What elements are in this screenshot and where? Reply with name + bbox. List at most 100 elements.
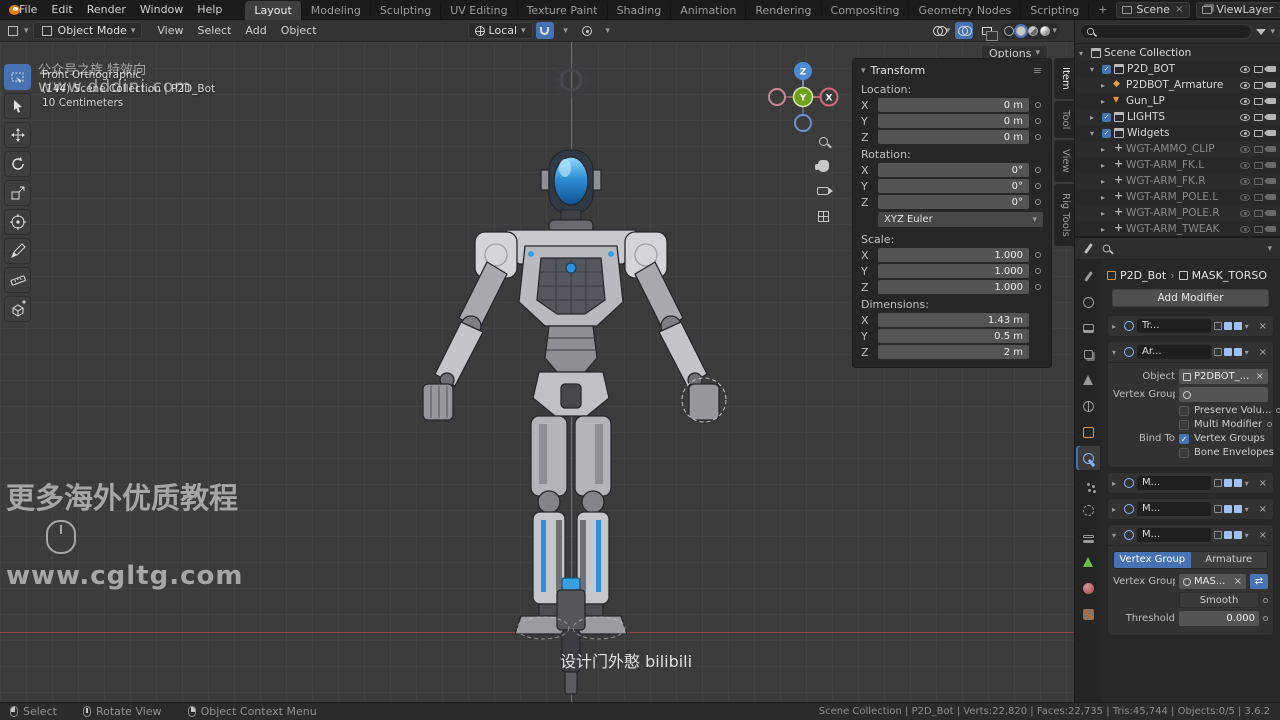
disable-render-icon[interactable] <box>1264 226 1276 232</box>
scale-field[interactable]: 1.000 <box>878 264 1029 278</box>
viewport-menu-item[interactable]: Add <box>238 22 273 39</box>
snap-settings-dropdown[interactable]: ▾ <box>557 22 575 39</box>
add-modifier-button[interactable]: Add Modifier <box>1112 289 1269 307</box>
workspace-tab[interactable]: Modeling <box>302 0 371 20</box>
disable-viewports-icon[interactable] <box>1254 145 1263 153</box>
disable-render-icon[interactable] <box>1264 98 1276 104</box>
filter-icon[interactable] <box>1256 28 1267 35</box>
scale-field[interactable]: 1.000 <box>878 248 1029 262</box>
workspace-tab[interactable]: Sculpting <box>371 0 442 20</box>
multi-modifier-checkbox[interactable] <box>1179 419 1189 430</box>
render-toggle[interactable] <box>1233 348 1242 356</box>
hide-viewport-eye-icon[interactable] <box>1240 129 1250 137</box>
bind-vertex-groups-checkbox[interactable]: ✓ <box>1179 433 1189 444</box>
workspace-tab[interactable]: Texture Paint <box>518 0 608 20</box>
npanel-tab[interactable]: View <box>1054 140 1074 182</box>
menu-item[interactable]: Render <box>80 1 133 18</box>
outliner-row[interactable]: ✓ Widgets <box>1075 125 1280 141</box>
location-field[interactable]: 0 m <box>878 130 1029 144</box>
modifier-name-field[interactable]: M... <box>1137 528 1211 542</box>
disable-viewports-icon[interactable] <box>1254 177 1263 185</box>
bind-bone-envelopes-checkbox[interactable] <box>1179 447 1189 458</box>
3d-viewport[interactable]: Front Orthographic (144) Scene Collection… <box>0 42 1074 702</box>
disable-render-icon[interactable] <box>1264 130 1276 136</box>
properties-tab-texture[interactable] <box>1076 602 1100 626</box>
expand-icon[interactable]: ▸ <box>1112 322 1121 331</box>
modifier-name-field[interactable]: Ar... <box>1137 345 1211 359</box>
delete-modifier-icon[interactable]: × <box>1257 504 1269 515</box>
hide-viewport-eye-icon[interactable] <box>1240 193 1250 201</box>
menu-item[interactable]: Help <box>190 1 229 18</box>
hide-viewport-eye-icon[interactable] <box>1240 81 1250 89</box>
disable-render-icon[interactable] <box>1264 114 1276 120</box>
modifier-extras-icon[interactable]: ▾ <box>1245 505 1254 514</box>
disable-viewports-icon[interactable] <box>1254 81 1263 89</box>
add-workspace-button[interactable]: + <box>1091 1 1114 18</box>
animate-decorator-icon[interactable] <box>1034 102 1041 108</box>
properties-tab-object-data[interactable] <box>1076 550 1100 574</box>
rotation-field[interactable]: 0° <box>878 195 1029 209</box>
outliner-row[interactable]: ✓ LIGHTS <box>1075 109 1280 125</box>
panel-menu-icon[interactable]: ≡ <box>1033 64 1043 77</box>
disclosure-icon[interactable] <box>1101 145 1110 154</box>
delete-modifier-icon[interactable]: × <box>1257 321 1269 332</box>
animate-decorator-icon[interactable] <box>1034 268 1041 274</box>
disable-viewports-icon[interactable] <box>1254 161 1263 169</box>
disable-render-icon[interactable] <box>1264 66 1276 72</box>
dimension-field[interactable]: 2 m <box>878 345 1029 359</box>
render-toggle[interactable] <box>1233 531 1242 539</box>
rotation-field[interactable]: 0° <box>878 163 1029 177</box>
pan-view-icon[interactable] <box>813 157 833 175</box>
disclosure-icon[interactable] <box>1101 225 1110 234</box>
annotate[interactable] <box>4 238 31 264</box>
collection-checkbox[interactable]: ✓ <box>1102 128 1111 138</box>
shading-dropdown-icon[interactable]: ▾ <box>1052 26 1057 36</box>
disable-viewports-icon[interactable] <box>1254 113 1263 121</box>
hide-viewport-eye-icon[interactable] <box>1240 113 1250 121</box>
camera-view-icon[interactable] <box>813 182 833 200</box>
animate-decorator-icon[interactable] <box>1034 252 1041 258</box>
npanel-tab[interactable]: Rig Tools <box>1054 183 1074 246</box>
measure[interactable] <box>4 267 31 293</box>
proportional-edit-toggle[interactable] <box>578 22 596 39</box>
menu-item[interactable]: Edit <box>44 1 79 18</box>
location-field[interactable]: 0 m <box>878 114 1029 128</box>
disclosure-icon[interactable] <box>1090 129 1099 138</box>
hide-viewport-eye-icon[interactable] <box>1240 177 1250 185</box>
robot-model[interactable] <box>391 50 751 700</box>
outliner-row[interactable]: ✓ WGT-ARM_TWEAK <box>1075 221 1280 236</box>
viewport-menu-item[interactable]: Select <box>190 22 238 39</box>
edit-mode-toggle[interactable] <box>1213 531 1222 539</box>
workspace-tab[interactable]: Animation <box>671 0 747 20</box>
disable-render-icon[interactable] <box>1264 162 1276 168</box>
render-toggle[interactable] <box>1233 479 1242 487</box>
move[interactable] <box>4 122 31 148</box>
outliner-row[interactable]: ✓ WGT-AMMO_CLIP <box>1075 141 1280 157</box>
disable-render-icon[interactable] <box>1264 178 1276 184</box>
mode-vertex-group-button[interactable]: Vertex Group <box>1114 552 1191 568</box>
select-box[interactable] <box>4 64 31 90</box>
dimension-field[interactable]: 0.5 m <box>878 329 1029 343</box>
workspace-tab[interactable]: Layout <box>245 0 302 20</box>
outliner-row[interactable]: ✓ Scene Collection <box>1075 45 1280 61</box>
invert-vertex-group-button[interactable]: ⇄ <box>1250 574 1268 589</box>
realtime-toggle[interactable] <box>1223 348 1232 356</box>
disclosure-icon[interactable] <box>1101 161 1110 170</box>
hide-viewport-eye-icon[interactable] <box>1240 225 1250 233</box>
hide-viewport-eye-icon[interactable] <box>1240 65 1250 73</box>
realtime-toggle[interactable] <box>1223 531 1232 539</box>
hide-viewport-eye-icon[interactable] <box>1240 161 1250 169</box>
animate-decorator-icon[interactable] <box>1034 134 1041 140</box>
shading-solid-button[interactable] <box>1016 25 1027 36</box>
outliner-row[interactable]: ✓ WGT-ARM_FK.L <box>1075 157 1280 173</box>
snap-toggle[interactable] <box>535 22 554 39</box>
expand-icon[interactable]: ▸ <box>1112 479 1121 488</box>
properties-tab-render[interactable] <box>1076 290 1100 314</box>
edit-mode-toggle[interactable] <box>1213 322 1222 330</box>
disclosure-icon[interactable] <box>1090 113 1099 122</box>
workspace-tab[interactable]: UV Editing <box>441 0 518 20</box>
properties-tab-output[interactable] <box>1076 316 1100 340</box>
scale[interactable] <box>4 180 31 206</box>
toggle-xray[interactable] <box>978 22 999 41</box>
animate-decorator-icon[interactable] <box>1034 183 1041 189</box>
